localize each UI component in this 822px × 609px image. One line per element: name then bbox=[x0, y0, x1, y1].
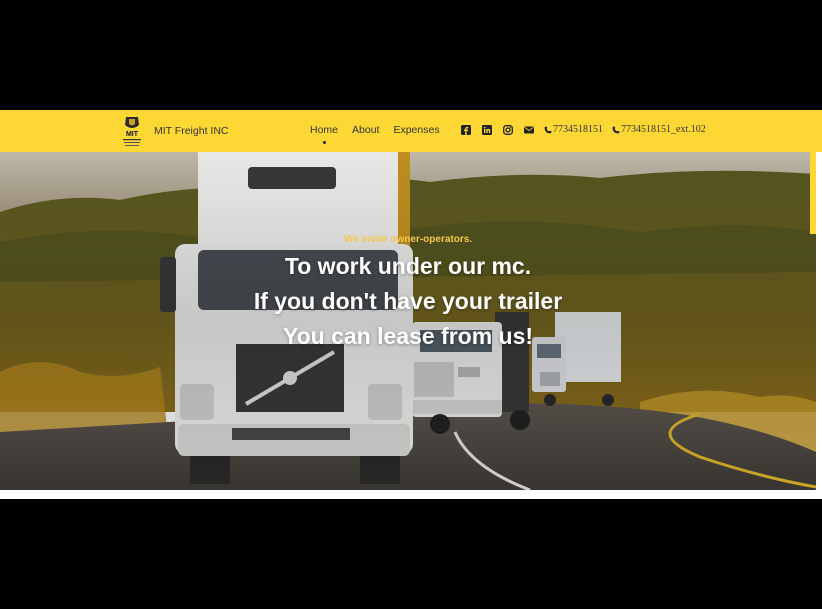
envelope-icon[interactable] bbox=[524, 125, 534, 135]
nav-expenses[interactable]: Expenses bbox=[393, 124, 439, 136]
top-navbar: MIT MIT Freight INC Home About Expenses bbox=[0, 110, 822, 152]
social-links bbox=[461, 125, 534, 135]
hero-headline-line-1: To work under our mc. bbox=[284, 253, 532, 279]
nav-home[interactable]: Home bbox=[310, 124, 338, 144]
phone-icon bbox=[544, 126, 552, 133]
brand-link[interactable]: MIT MIT Freight INC bbox=[118, 114, 228, 148]
hero-headline-line-3: You can lease from us! bbox=[282, 323, 534, 349]
phone-icon bbox=[612, 126, 620, 133]
main-menu: Home About Expenses bbox=[310, 124, 440, 144]
phone-link-extension[interactable]: 7734518151_ext.102 bbox=[612, 124, 706, 135]
hero-text: We invite owner-operators. To work under… bbox=[0, 234, 816, 354]
accent-strip bbox=[810, 152, 816, 234]
phone-number: 7734518151 bbox=[553, 124, 603, 135]
instagram-icon[interactable] bbox=[503, 125, 513, 135]
hero-banner: We invite owner-operators. To work under… bbox=[0, 152, 816, 490]
hero-headline-line-2: If you don't have your trailer bbox=[253, 288, 563, 314]
linkedin-icon[interactable] bbox=[482, 125, 492, 135]
phone-number-extension: 7734518151_ext.102 bbox=[621, 124, 706, 135]
browser-viewport: MIT MIT Freight INC Home About Expenses bbox=[0, 110, 822, 499]
nav-about[interactable]: About bbox=[352, 124, 379, 136]
hero-tagline: We invite owner-operators. bbox=[343, 234, 473, 245]
phone-link-main[interactable]: 7734518151 bbox=[544, 124, 603, 135]
company-logo: MIT bbox=[123, 117, 141, 146]
facebook-icon[interactable] bbox=[461, 125, 471, 135]
brand-name: MIT Freight INC bbox=[154, 125, 229, 137]
logo-text: MIT bbox=[126, 131, 139, 138]
